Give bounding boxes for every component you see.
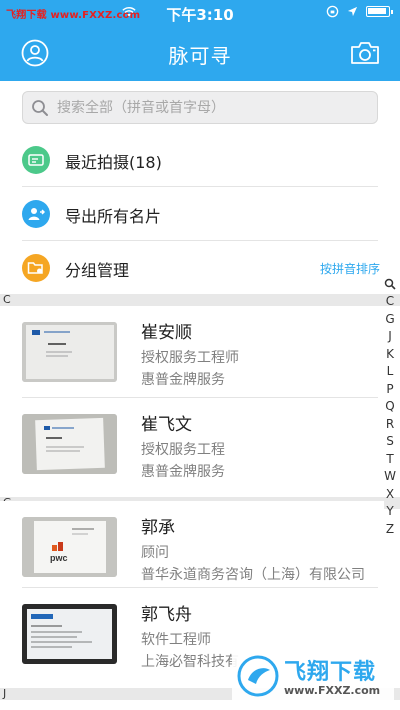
index-letter[interactable]: C [386,293,394,311]
menu-item-recent[interactable]: 最近拍摄(18) [0,133,400,186]
contact-company: 上海必智科技有 [141,654,239,670]
contact-title: 顾问 [141,545,169,561]
watermark-logo-icon [237,655,279,697]
camera-button[interactable] [350,38,380,68]
export-user-icon [22,200,50,228]
menu-label-recent: 最近拍摄(18) [65,153,162,172]
menu-item-groups[interactable]: 分组管理 按拼音排序 [0,241,400,294]
watermark-title: 飞翔下载 [284,660,377,685]
index-letter[interactable]: P [386,381,393,399]
menu-item-export[interactable]: 导出所有名片 [0,187,400,240]
page-title: 脉可寻 [168,44,232,68]
search-bar [0,81,400,133]
battery-icon [366,6,393,17]
menu-label-groups: 分组管理 [65,261,130,280]
index-letter[interactable]: T [386,451,393,469]
alphabet-index[interactable]: C G J K L P Q R S T W X Y Z [382,276,398,538]
watermark: 飞翔下载 www.FXXZ.com [232,650,394,702]
contact-title: 授权服务工程师 [141,350,239,366]
search-box[interactable] [22,91,378,124]
status-bar: 飞翔下载 www.FXXZ.com 下午3:10 [0,0,400,26]
index-letter[interactable]: S [386,433,394,451]
search-icon [32,100,48,116]
status-icons [326,5,393,18]
index-letter[interactable]: W [384,468,396,486]
index-letter[interactable]: Q [385,398,394,416]
index-letter[interactable]: J [388,328,392,346]
location-icon [347,6,358,17]
index-letter[interactable]: X [386,486,394,504]
contact-name: 崔安顺 [141,323,192,343]
index-letter[interactable]: L [387,363,394,381]
contact-row[interactable]: pwc 郭承 顾问 普华永道商务咨询（上海）有限公司 [0,501,384,593]
card-image [22,322,117,382]
group-folder-icon [22,254,50,282]
section-letter: C [3,293,11,306]
search-input[interactable] [57,92,367,123]
business-card-thumbnail [22,322,117,382]
index-letter[interactable]: Z [386,521,394,539]
contact-company: 惠普金牌服务 [141,464,225,480]
card-image [22,414,117,474]
contact-title: 软件工程师 [141,632,211,648]
index-letter[interactable]: G [385,311,394,329]
card-image: pwc [22,517,117,577]
menu-label-export: 导出所有名片 [65,207,162,226]
business-card-thumbnail [22,414,117,474]
svg-text:pwc: pwc [50,553,68,563]
index-letter[interactable]: Y [386,503,393,521]
contact-row[interactable]: 崔安顺 授权服务工程师 惠普金牌服务 [0,306,384,398]
recent-photo-icon [22,146,50,174]
index-search-icon[interactable] [384,278,396,290]
index-letter[interactable]: K [386,346,394,364]
section-letter: J [3,687,7,700]
index-letter[interactable]: R [386,416,394,434]
sort-by-pinyin-link[interactable]: 按拼音排序 [320,260,380,277]
section-header-c: C [0,293,400,306]
contact-name: 郭飞舟 [141,605,192,625]
card-image-icon [28,154,44,166]
business-card-thumbnail [22,604,117,664]
business-card-thumbnail: pwc [22,517,117,577]
contact-company: 惠普金牌服务 [141,372,225,388]
contact-name: 郭承 [141,518,175,538]
user-arrow-icon [28,208,45,220]
card-image [22,604,117,664]
rotation-lock-icon [326,5,339,18]
watermark-url: www.FXXZ.com [284,684,381,697]
camera-icon [351,42,379,64]
contact-company: 普华永道商务咨询（上海）有限公司 [141,567,365,583]
folder-gear-icon [27,262,43,274]
nav-bar: 脉可寻 [0,26,400,81]
contact-title: 授权服务工程 [141,442,225,458]
contact-name: 崔飞文 [141,415,192,435]
contact-row[interactable]: 崔飞文 授权服务工程 惠普金牌服务 [0,398,384,490]
